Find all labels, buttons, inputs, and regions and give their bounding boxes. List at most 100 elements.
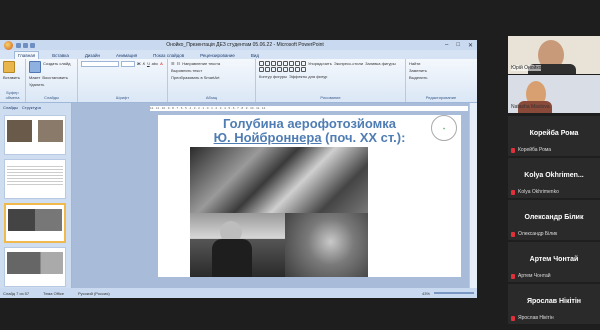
participant-tile[interactable]: Корейба Рома Корейба Рома	[508, 116, 600, 156]
group-label: Абзац	[205, 95, 218, 100]
slide-thumbnail[interactable]: 2	[4, 115, 66, 155]
delete-button[interactable]: Удалить	[29, 82, 44, 87]
paste-button[interactable]: Вставить	[3, 75, 20, 80]
window-title: Онойко_Презентація ДЕЗ студентам 05.06.2…	[166, 42, 324, 48]
slide-thumbnail[interactable]: 3	[4, 159, 66, 199]
participant-label: Корейба Рома	[518, 147, 552, 153]
slides-pane: Слайды Структура 2 3 4 5	[0, 103, 72, 289]
mic-muted-icon	[511, 148, 515, 153]
author-name: Ю. Нойброннера	[213, 130, 322, 145]
photo-pigeon-with-camera	[285, 213, 368, 277]
group-label: Рисование	[320, 95, 341, 100]
shape-effects-button[interactable]: Эффекты для фигур	[289, 74, 327, 79]
smartart-button[interactable]: Преобразовать в SmartArt	[171, 75, 220, 80]
select-button[interactable]: Выделить	[409, 75, 473, 80]
tab-outline[interactable]: Структура	[22, 105, 41, 110]
mic-muted-icon	[511, 232, 515, 237]
participant-tile[interactable]: Kolya Okhrimen... Kolya Okhrimenko	[508, 158, 600, 198]
shapes-gallery[interactable]	[259, 61, 306, 72]
font-size-field[interactable]	[121, 61, 135, 67]
shape-outline-button[interactable]: Контур фигуры	[259, 74, 287, 79]
group-clipboard: Вставить Буфер обмена	[0, 59, 26, 102]
slide-thumbnail[interactable]: 5	[4, 247, 66, 287]
slide-thumbnail-selected[interactable]: 4	[4, 203, 66, 243]
tab-home[interactable]: Главная	[14, 51, 40, 59]
paste-icon[interactable]	[3, 61, 15, 73]
current-slide[interactable]: ✦ Голубина аерофотозйомка Ю. Нойброннера…	[158, 115, 461, 277]
participant-name: Юрій Онойко	[511, 65, 542, 71]
participant-tile[interactable]: Артем Чонтай Артем Чонтай	[508, 242, 600, 282]
reset-button[interactable]: Восстановить	[42, 75, 68, 80]
ribbon-tabs: Главная Вставка Дизайн Анимация Показ сл…	[0, 50, 477, 59]
tab-insert[interactable]: Вставка	[49, 52, 72, 59]
new-slide-button[interactable]: Создать слайд	[43, 61, 70, 73]
participant-tile[interactable]: Ярослав Нікітін Ярослав Нікітін	[508, 284, 600, 324]
tab-slideshow[interactable]: Показ слайдов	[150, 52, 187, 59]
find-button[interactable]: Найти	[409, 61, 473, 66]
group-slides: Создать слайд Макет Восстановить Удалить…	[26, 59, 78, 102]
bullets-icon[interactable]: ☰	[171, 61, 175, 66]
language: Русский (Россия)	[78, 290, 110, 296]
participant-name: Корейба Рома	[529, 130, 579, 137]
strike-icon[interactable]: abc	[152, 61, 158, 67]
italic-icon[interactable]: К	[143, 61, 145, 67]
slide-counter: Слайд 7 из 57	[3, 290, 30, 296]
participant-video-tile[interactable]: Юрій Онойко	[508, 36, 600, 74]
pane-tabs: Слайды Структура	[0, 103, 71, 111]
slide-title: Голубина аерофотозйомка Ю. Нойброннера (…	[213, 116, 406, 145]
replace-button[interactable]: Заменить	[409, 68, 473, 73]
underline-icon[interactable]: Ч	[147, 61, 150, 67]
text-direction-button[interactable]: Направление текста	[182, 61, 220, 66]
close-icon[interactable]: ✕	[468, 42, 473, 49]
vertical-scrollbar[interactable]	[469, 103, 477, 289]
zoom-slider[interactable]	[434, 292, 474, 294]
zoom-control: 43%	[422, 291, 474, 296]
redo-icon[interactable]	[30, 42, 35, 48]
participant-label: Kolya Okhrimenko	[518, 189, 559, 195]
align-text-button[interactable]: Выровнять текст	[171, 68, 202, 73]
group-label: Буфер обмена	[5, 90, 20, 100]
participant-video-tile[interactable]: Natasha Maslova	[508, 75, 600, 113]
layout-button[interactable]: Макет	[29, 75, 40, 80]
theme-name: Тема Office	[43, 290, 64, 296]
quick-styles-button[interactable]: Экспресс-стили	[334, 61, 363, 72]
group-label: Шрифт	[115, 95, 130, 100]
tab-design[interactable]: Дизайн	[82, 52, 103, 59]
participant-name: Артем Чонтай	[529, 256, 579, 263]
university-logo-icon: ✦	[431, 115, 457, 141]
participant-tile[interactable]: Олександр Білик Олександр Білик	[508, 200, 600, 240]
participant-name: Ярослав Нікітін	[526, 298, 582, 305]
slide-stage: 12 · 11 · 10 · 9 · 8 · 7 · 6 · 5 · 4 · 3…	[72, 103, 477, 289]
group-label: Слайды	[44, 95, 59, 100]
group-paragraph: ☰ ☷ Направление текста Выровнять текст П…	[168, 59, 256, 102]
tab-slides[interactable]: Слайды	[3, 105, 18, 110]
participants-panel: Юрій Онойко Natasha Maslova Корейба Рома…	[508, 36, 600, 330]
mic-muted-icon	[511, 316, 515, 321]
font-name-field[interactable]	[81, 61, 119, 67]
arrange-button[interactable]: Упорядочить	[308, 61, 332, 72]
numbering-icon[interactable]: ☷	[177, 61, 181, 66]
zoom-level: 43%	[421, 290, 430, 296]
tab-view[interactable]: Вид	[248, 52, 262, 59]
office-button[interactable]	[4, 40, 13, 50]
save-icon[interactable]	[16, 42, 21, 48]
mic-muted-icon	[511, 190, 515, 195]
undo-icon[interactable]	[23, 42, 28, 48]
photo-man-with-pigeon	[190, 213, 285, 277]
horizontal-ruler: 12 · 11 · 10 · 9 · 8 · 7 · 6 · 5 · 4 · 3…	[150, 106, 468, 111]
status-bar: Слайд 7 из 57 Тема Office Русский (Росси…	[0, 288, 477, 298]
group-editing: Найти Заменить Выделить Редактирование	[406, 59, 476, 102]
maximize-icon[interactable]: □	[456, 42, 460, 49]
shape-fill-button[interactable]: Заливка фигуры	[365, 61, 396, 72]
participant-name: Kolya Okhrimen...	[524, 172, 584, 179]
participant-label: Ярослав Нікітін	[518, 315, 554, 321]
font-color-icon[interactable]: A	[160, 61, 163, 67]
new-slide-icon[interactable]	[29, 61, 41, 73]
tab-review[interactable]: Рецензирование	[197, 52, 238, 59]
tab-animation[interactable]: Анимация	[113, 52, 140, 59]
bold-icon[interactable]: Ж	[137, 61, 141, 67]
participant-name: Олександр Білик	[524, 214, 584, 221]
shared-screen: Онойко_Презентація ДЕЗ студентам 05.06.2…	[0, 40, 477, 298]
participant-name: Natasha Maslova	[511, 104, 550, 110]
minimize-icon[interactable]: –	[445, 42, 448, 49]
